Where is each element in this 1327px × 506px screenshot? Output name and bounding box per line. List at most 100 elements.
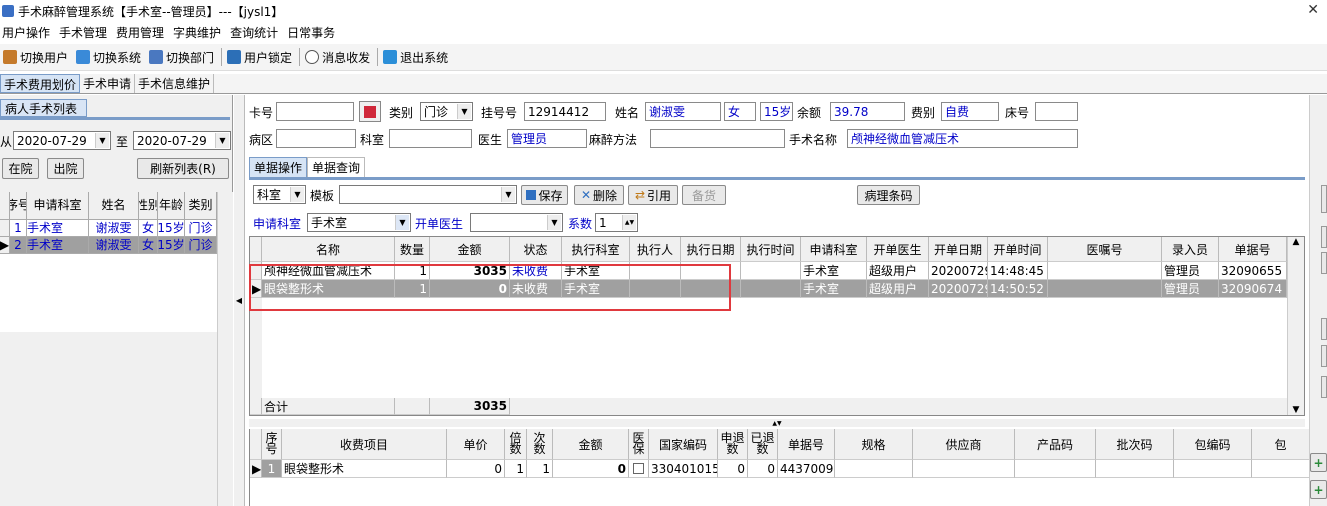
card-reader-button[interactable] [359, 101, 381, 122]
row-indicator[interactable] [0, 220, 10, 237]
table-cell[interactable] [1252, 460, 1309, 478]
coefficient-stepper[interactable]: 1 ▲▼ [595, 213, 638, 232]
close-icon[interactable]: ✕ [1307, 2, 1319, 18]
table-cell[interactable]: 0 [430, 280, 510, 298]
to-date-picker[interactable]: 2020-07-29 ▼ [133, 131, 231, 150]
table-cell[interactable] [630, 262, 681, 280]
chevron-down-icon[interactable]: ▼ [457, 104, 471, 119]
patient-list-scrollbar[interactable] [217, 192, 233, 506]
switch-department-button[interactable]: 切换部门 [146, 45, 219, 69]
from-date-picker[interactable]: 2020-07-29 ▼ [13, 131, 111, 150]
table-cell[interactable] [681, 280, 741, 298]
table-cell[interactable]: 1 [10, 220, 27, 237]
registration-input[interactable]: 12914412 [524, 102, 606, 121]
table-cell[interactable]: 门诊 [185, 220, 217, 237]
table-cell[interactable] [1015, 460, 1096, 478]
fee-grid-scrollbar[interactable]: ▲ ▼ [1287, 237, 1304, 415]
refresh-list-button[interactable]: 刷新列表(R) [137, 158, 229, 179]
table-cell[interactable]: 未收费 [510, 280, 562, 298]
table-cell[interactable]: 0 [718, 460, 748, 478]
table-cell[interactable] [681, 262, 741, 280]
tab-surgery-apply[interactable]: 手术申请 [80, 74, 136, 93]
table-cell[interactable]: 手术室 [562, 280, 630, 298]
table-cell[interactable]: 眼袋整形术 [262, 280, 395, 298]
table-cell[interactable]: 0 [447, 460, 505, 478]
discharged-button[interactable]: 出院 [47, 158, 84, 179]
table-cell[interactable]: 20200729 [929, 280, 988, 298]
exit-button[interactable]: 退出系统 [380, 45, 453, 69]
table-cell[interactable]: 0 [748, 460, 778, 478]
scroll-up-icon[interactable]: ▲ [1293, 237, 1300, 247]
switch-user-button[interactable]: 切换用户 [0, 45, 73, 69]
side-button[interactable] [1321, 345, 1327, 367]
table-cell[interactable]: 15岁 [158, 237, 185, 254]
stock-button[interactable]: 备货 [682, 185, 726, 205]
table-cell[interactable] [741, 280, 801, 298]
menu-dictionary[interactable]: 字典维护 [171, 24, 228, 41]
insert-row-icon[interactable]: + [1310, 480, 1327, 499]
table-cell[interactable]: 1 [505, 460, 527, 478]
table-cell[interactable]: 手术室 [27, 237, 89, 254]
menu-daily[interactable]: 日常事务 [285, 24, 342, 41]
chevron-down-icon[interactable]: ▼ [395, 215, 409, 230]
table-cell[interactable]: 0 [553, 460, 629, 478]
tab-bill-query[interactable]: 单据查询 [307, 157, 366, 177]
table-cell[interactable]: 14:50:52 [988, 280, 1048, 298]
tab-surgery-fee[interactable]: 手术费用划价 [0, 74, 81, 93]
table-cell[interactable]: 44370098 [778, 460, 835, 478]
row-indicator[interactable] [250, 262, 262, 280]
chevron-down-icon[interactable]: ▼ [95, 133, 109, 148]
table-cell[interactable] [1048, 280, 1162, 298]
table-cell[interactable] [835, 460, 913, 478]
table-cell[interactable]: 女 [139, 237, 158, 254]
type-select[interactable]: 门诊 ▼ [420, 102, 473, 121]
row-indicator-arrow[interactable]: ▶ [250, 460, 262, 478]
table-cell[interactable]: 门诊 [185, 237, 217, 254]
chevron-down-icon[interactable]: ▼ [501, 187, 515, 202]
quote-button[interactable]: ⇄ 引用 [628, 185, 678, 205]
table-cell[interactable]: 谢淑雯 [89, 220, 139, 237]
side-button[interactable] [1321, 185, 1327, 213]
save-button[interactable]: 保存 [521, 185, 568, 205]
table-cell[interactable]: 2 [10, 237, 27, 254]
table-cell[interactable] [630, 280, 681, 298]
side-button[interactable] [1321, 226, 1327, 248]
table-cell[interactable]: 1 [527, 460, 553, 478]
switch-system-button[interactable]: 切换系统 [73, 45, 146, 69]
horizontal-splitter[interactable]: ▲▼ [249, 419, 1305, 427]
chevron-down-icon[interactable]: ▼ [290, 187, 304, 202]
card-number-input[interactable] [276, 102, 354, 121]
menu-user[interactable]: 用户操作 [0, 24, 57, 41]
table-cell[interactable]: 32090655 [1219, 262, 1287, 280]
side-button[interactable] [1321, 376, 1327, 398]
in-hospital-button[interactable]: 在院 [2, 158, 39, 179]
scroll-down-icon[interactable]: ▼ [1293, 405, 1300, 415]
table-cell[interactable]: 女 [139, 220, 158, 237]
splitter-handle[interactable]: ◀ [234, 95, 245, 506]
tab-surgery-info[interactable]: 手术信息维护 [135, 74, 215, 93]
delete-button[interactable]: ✕ 删除 [574, 185, 624, 205]
table-cell[interactable]: 管理员 [1162, 280, 1219, 298]
stepper-arrows-icon[interactable]: ▲▼ [622, 215, 636, 230]
apply-dept-select[interactable]: 手术室 ▼ [307, 213, 411, 232]
menu-fee[interactable]: 费用管理 [114, 24, 171, 41]
table-cell[interactable] [1096, 460, 1174, 478]
table-cell[interactable] [913, 460, 1015, 478]
table-cell[interactable]: 手术室 [27, 220, 89, 237]
table-cell[interactable]: 15岁 [158, 220, 185, 237]
table-cell[interactable]: 手术室 [562, 262, 630, 280]
table-cell[interactable]: 330401015 [649, 460, 718, 478]
template-select[interactable]: ▼ [339, 185, 517, 204]
menu-surgery[interactable]: 手术管理 [57, 24, 114, 41]
add-row-icon[interactable]: + [1310, 453, 1327, 472]
table-cell[interactable]: 未收费 [510, 262, 562, 280]
table-cell[interactable]: 谢淑雯 [89, 237, 139, 254]
table-cell[interactable]: 颅神经微血管减压术 [262, 262, 395, 280]
table-cell[interactable]: 3035 [430, 262, 510, 280]
table-cell[interactable]: 手术室 [801, 262, 867, 280]
table-cell[interactable]: 1 [262, 460, 282, 478]
user-lock-button[interactable]: 用户锁定 [224, 45, 297, 69]
pathology-barcode-button[interactable]: 病理条码 [857, 185, 920, 205]
chevron-down-icon[interactable]: ▼ [215, 133, 229, 148]
side-button[interactable] [1321, 318, 1327, 340]
